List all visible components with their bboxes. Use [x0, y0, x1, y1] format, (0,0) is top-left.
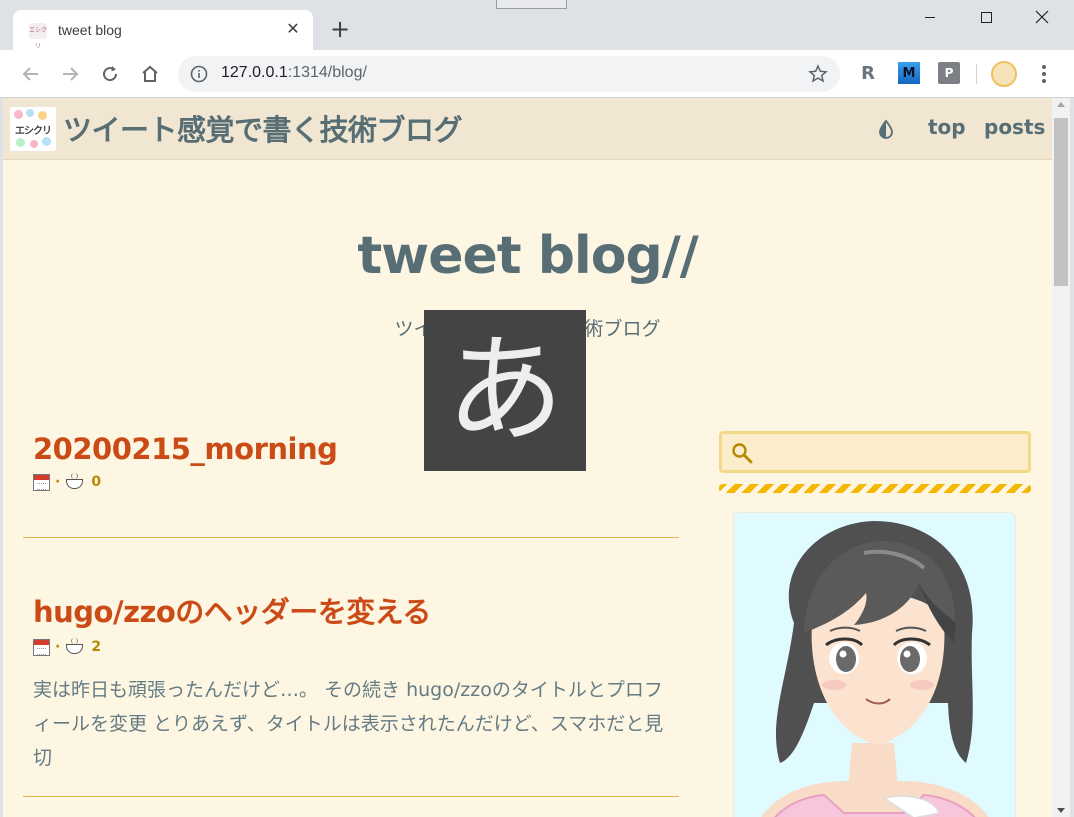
browser-toolbar: 127.0.0.1:1314/blog/ R M P: [0, 50, 1074, 98]
post-meta: · 0: [33, 472, 673, 492]
tab-active[interactable]: エシクリ tweet blog ✕: [13, 10, 313, 51]
url-text: 127.0.0.1:1314/blog/: [221, 64, 367, 82]
r-extension-icon[interactable]: R: [857, 62, 879, 84]
logo-text: エシクリ: [15, 126, 52, 137]
site-logo[interactable]: エシクリ: [10, 107, 56, 151]
search-input[interactable]: [762, 438, 1022, 466]
meta-separator: ·: [55, 639, 61, 655]
home-button[interactable]: [138, 62, 162, 86]
profile-girl-image: [761, 521, 989, 817]
scrollbar-thumb[interactable]: [1054, 118, 1068, 286]
tab-title: tweet blog: [58, 22, 122, 38]
reload-button[interactable]: [98, 62, 122, 86]
close-icon: [1035, 10, 1049, 24]
hero-title: tweet blog//: [357, 226, 698, 286]
star-icon[interactable]: [808, 64, 828, 84]
home-icon: [142, 65, 158, 82]
coffee-cup-icon: [65, 638, 85, 656]
tab-strip: エシクリ tweet blog ✕ +: [0, 0, 1074, 51]
comment-count[interactable]: 2: [91, 639, 101, 655]
half-drop-icon[interactable]: [876, 119, 896, 139]
meta-separator: ·: [55, 474, 61, 490]
site-header: エシクリ ツイート感覚で書く技術ブログ top posts: [3, 98, 1052, 160]
scroll-down-arrow-icon[interactable]: [1057, 808, 1065, 813]
arrow-right-icon: [63, 67, 79, 81]
post-item: hugo/zzoのヘッダーを変える · 2 実は昨日も頑張ったんだけど…。 その…: [33, 589, 673, 775]
post-excerpt: 実は昨日も頑張ったんだけど…。 その続き hugo/zzoのタイトルとプロフィー…: [33, 679, 664, 769]
tab-close-icon[interactable]: ✕: [283, 19, 303, 39]
calendar-icon: [33, 638, 50, 656]
reload-icon: [103, 66, 118, 82]
coffee-cup-icon: [65, 473, 85, 491]
post-meta: · 2: [33, 637, 673, 657]
nav-link-posts[interactable]: posts: [984, 115, 1045, 139]
comment-count[interactable]: 0: [91, 474, 101, 490]
minimize-button[interactable]: [902, 0, 958, 34]
profile-illustration: [734, 513, 1015, 817]
calendar-icon: [33, 473, 50, 491]
scroll-up-arrow-icon[interactable]: [1057, 102, 1065, 107]
post-divider: [23, 537, 679, 538]
maximize-icon: [980, 11, 992, 23]
window-frame: [1070, 98, 1074, 817]
forward-button[interactable]: [58, 62, 82, 86]
window-notch: [496, 0, 567, 9]
post-title-link[interactable]: hugo/zzoのヘッダーを変える: [33, 589, 673, 631]
p-extension-icon[interactable]: P: [938, 62, 960, 84]
post-divider: [23, 796, 679, 797]
site-title[interactable]: ツイート感覚で書く技術ブログ: [63, 107, 463, 149]
page-viewport: エシクリ ツイート感覚で書く技術ブログ top posts tweet blog…: [3, 98, 1052, 817]
decorative-stripe: [719, 484, 1031, 493]
favicon-icon: エシクリ: [29, 23, 47, 50]
minimize-icon: [925, 16, 935, 18]
back-button[interactable]: [19, 62, 43, 86]
browser-menu-button[interactable]: [1034, 62, 1054, 86]
maximize-button[interactable]: [958, 0, 1014, 34]
search-icon: [732, 443, 753, 464]
ime-mode-indicator: あ: [424, 310, 586, 471]
m-extension-icon[interactable]: M: [898, 62, 920, 84]
page-scrollbar[interactable]: [1052, 98, 1070, 817]
arrow-left-icon: [22, 67, 38, 81]
close-window-button[interactable]: [1014, 0, 1070, 34]
address-bar[interactable]: 127.0.0.1:1314/blog/: [178, 56, 840, 92]
profile-avatar[interactable]: [991, 61, 1017, 87]
toolbar-divider: [976, 64, 977, 84]
nav-link-top[interactable]: top: [928, 115, 966, 139]
info-icon[interactable]: [190, 65, 208, 83]
url-host: 127.0.0.1: [221, 64, 288, 81]
new-tab-button[interactable]: +: [328, 17, 352, 41]
search-box[interactable]: [719, 431, 1031, 473]
url-path: :1314/blog/: [287, 64, 367, 81]
